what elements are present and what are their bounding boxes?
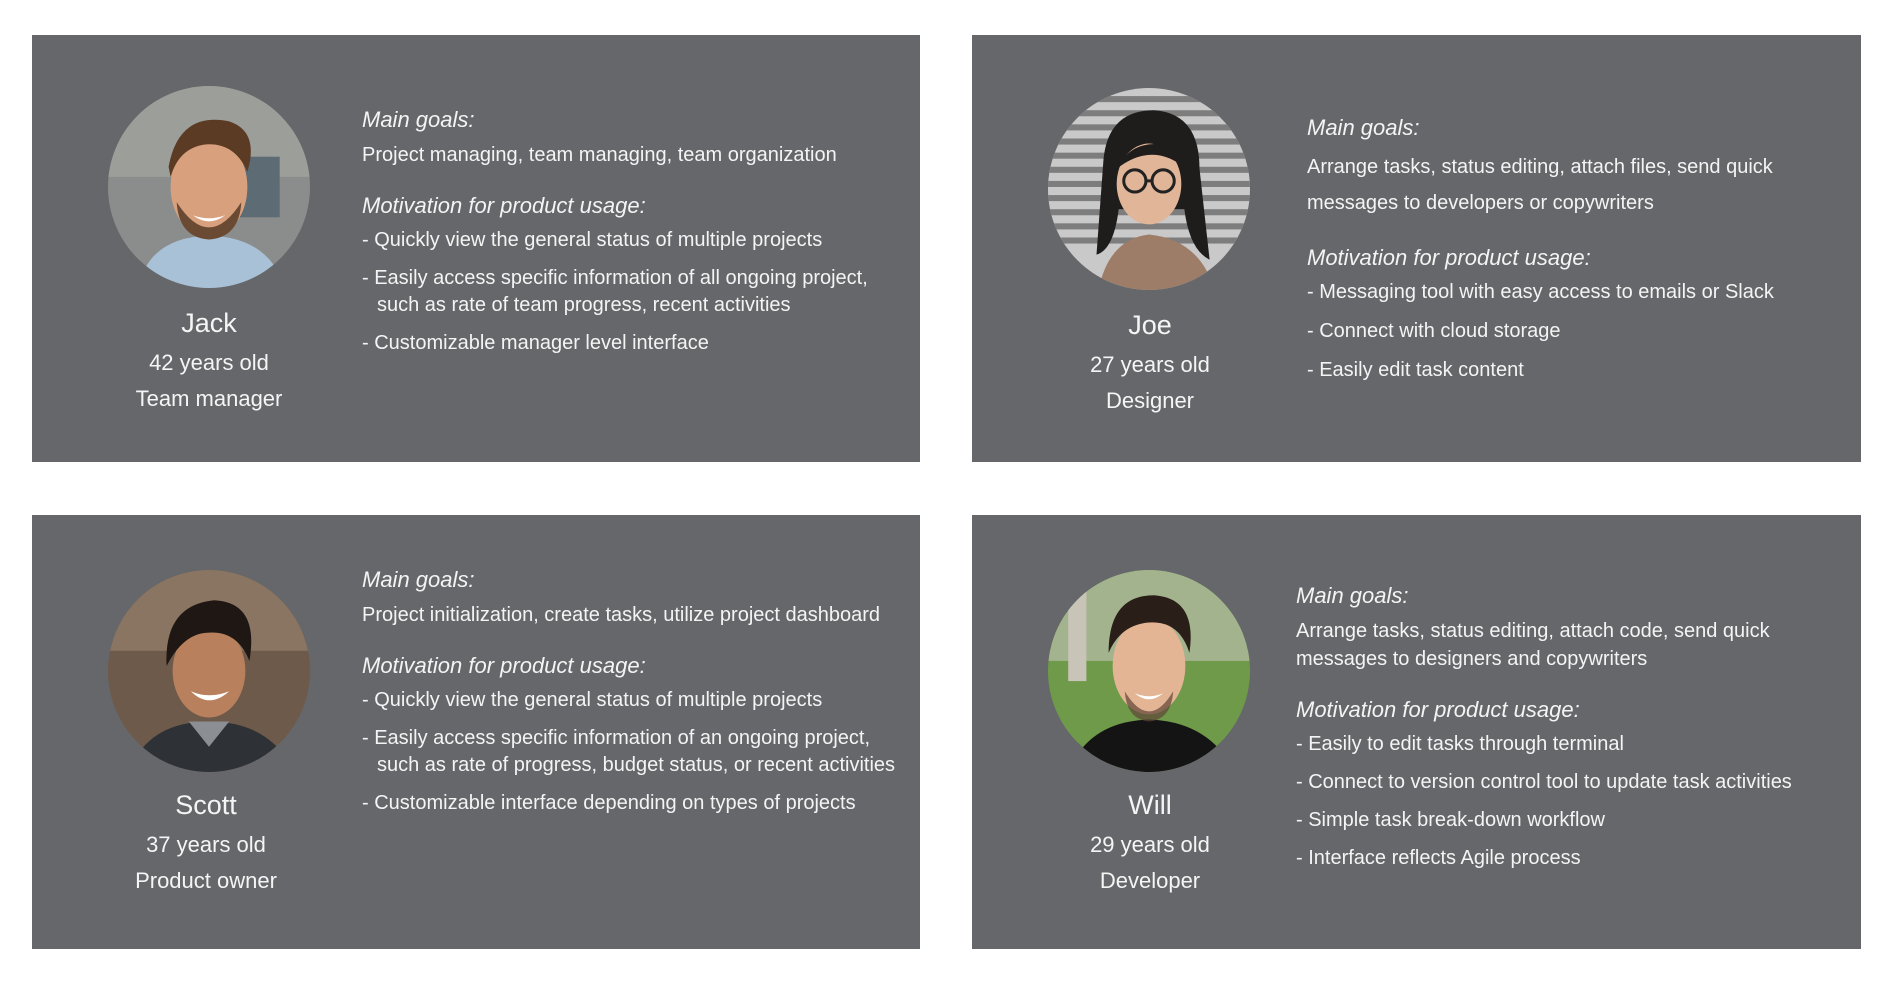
- motivation-item: - Connect to version control tool to upd…: [1296, 771, 1792, 793]
- goals-text: Project initialization, create tasks, ut…: [362, 604, 881, 626]
- persona-name: Will: [1128, 790, 1172, 820]
- persona-info: Main goals: Project initialization, crea…: [362, 565, 902, 828]
- persona-info: Main goals: Arrange tasks, status editin…: [1307, 113, 1847, 396]
- motivation-item: - Easily access specific information of …: [362, 727, 896, 776]
- motivation-list: - Messaging tool with easy access to ema…: [1307, 279, 1847, 384]
- motivation-list: - Quickly view the general status of mul…: [362, 687, 902, 817]
- persona-card-joe: Joe 27 years old Designer Main goals: Ar…: [972, 35, 1861, 462]
- motivation-heading: Motivation for product usage:: [1307, 245, 1591, 270]
- goals-heading: Main goals:: [1296, 583, 1409, 608]
- persona-age: 42 years old: [149, 350, 269, 375]
- avatar: [108, 570, 310, 772]
- motivation-item: - Customizable interface depending on ty…: [362, 792, 856, 814]
- persona-identity: Joe 27 years old Designer: [1000, 305, 1300, 419]
- persona-card-jack: Jack 42 years old Team manager Main goal…: [32, 35, 920, 462]
- goals-heading: Main goals:: [362, 107, 475, 132]
- motivation-heading: Motivation for product usage:: [362, 653, 646, 678]
- motivation-item: - Quickly view the general status of mul…: [362, 229, 823, 251]
- persona-identity: Jack 42 years old Team manager: [59, 303, 359, 417]
- personas-page: Jack 42 years old Team manager Main goal…: [0, 0, 1879, 983]
- persona-name: Jack: [181, 308, 237, 338]
- motivation-item: - Customizable manager level interface: [362, 332, 709, 354]
- persona-card-scott: Scott 37 years old Product owner Main go…: [32, 515, 920, 949]
- avatar: [108, 86, 310, 288]
- motivation-item: - Easily edit task content: [1307, 359, 1524, 381]
- motivation-item: - Simple task break-down workflow: [1296, 809, 1605, 831]
- motivation-heading: Motivation for product usage:: [362, 193, 646, 218]
- goals-heading: Main goals:: [1307, 115, 1420, 140]
- goals-heading: Main goals:: [362, 567, 475, 592]
- motivation-item: - Connect with cloud storage: [1307, 320, 1561, 342]
- persona-role: Product owner: [135, 868, 277, 893]
- persona-age: 37 years old: [146, 832, 266, 857]
- motivation-list: - Easily to edit tasks through terminal …: [1296, 731, 1846, 872]
- goals-text: Arrange tasks, status editing, attach co…: [1296, 620, 1770, 670]
- persona-name: Scott: [175, 790, 237, 820]
- avatar-photo-joe: [1048, 88, 1250, 290]
- motivation-list: - Quickly view the general status of mul…: [362, 227, 902, 357]
- goals-text: Arrange tasks, status editing, attach fi…: [1307, 156, 1773, 214]
- motivation-item: - Interface reflects Agile process: [1296, 847, 1581, 869]
- persona-role: Developer: [1099, 868, 1201, 893]
- persona-age: 27 years old: [1090, 352, 1210, 377]
- avatar-photo-will: [1048, 570, 1250, 772]
- persona-identity: Will 29 years old Developer: [1000, 785, 1300, 899]
- motivation-item: - Quickly view the general status of mul…: [362, 689, 823, 711]
- avatar-photo-scott: [108, 570, 310, 772]
- motivation-item: - Easily to edit tasks through terminal: [1296, 733, 1624, 755]
- avatar: [1048, 88, 1250, 290]
- persona-info: Main goals: Project managing, team manag…: [362, 105, 902, 368]
- persona-info: Main goals: Arrange tasks, status editin…: [1296, 581, 1846, 883]
- persona-age: 29 years old: [1090, 832, 1210, 857]
- persona-name: Joe: [1128, 310, 1172, 340]
- motivation-heading: Motivation for product usage:: [1296, 697, 1580, 722]
- motivation-item: - Easily access specific information of …: [362, 267, 868, 316]
- persona-card-will: Will 29 years old Developer Main goals: …: [972, 515, 1861, 949]
- persona-identity: Scott 37 years old Product owner: [56, 785, 356, 899]
- persona-role: Team manager: [135, 386, 283, 411]
- motivation-item: - Messaging tool with easy access to ema…: [1307, 281, 1774, 303]
- avatar-photo-jack: [108, 86, 310, 288]
- goals-text: Project managing, team managing, team or…: [362, 144, 837, 166]
- persona-role: Designer: [1105, 388, 1195, 413]
- avatar: [1048, 570, 1250, 772]
